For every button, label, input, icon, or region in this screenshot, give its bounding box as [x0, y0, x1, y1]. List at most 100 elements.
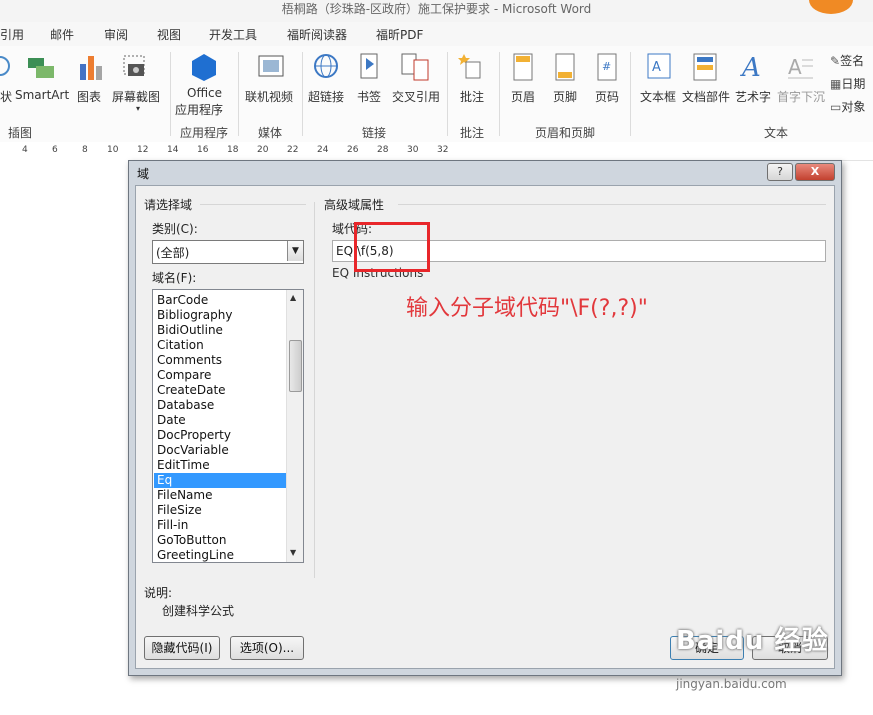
- drop-cap-button[interactable]: 首字下沉: [777, 88, 825, 105]
- bookmark-button[interactable]: 书签: [357, 88, 381, 105]
- screenshot-button[interactable]: 屏幕截图: [112, 88, 160, 105]
- horizontal-ruler[interactable]: 4 6 8 10 12 14 16 18 20 22 24 26 28 30 3…: [0, 142, 873, 161]
- list-item[interactable]: CreateDate: [154, 383, 287, 398]
- tab-developer[interactable]: 开发工具: [209, 26, 257, 43]
- category-label: 类别(C):: [152, 222, 198, 236]
- list-item[interactable]: FileSize: [154, 503, 287, 518]
- field-dialog: 域 ? X 请选择域 类别(C): (全部) ▼ 域名(F): BarCode …: [128, 160, 842, 676]
- list-item[interactable]: DocVariable: [154, 443, 287, 458]
- document-page[interactable]: [0, 160, 128, 715]
- help-button[interactable]: ?: [767, 163, 793, 181]
- list-item[interactable]: GreetingLine: [154, 548, 287, 562]
- signature-line-button[interactable]: ✎签名: [830, 52, 864, 69]
- online-video-button[interactable]: 联机视频: [245, 88, 293, 105]
- field-names-list[interactable]: BarCode Bibliography BidiOutline Citatio…: [152, 289, 304, 563]
- scroll-thumb[interactable]: [289, 340, 302, 392]
- wordart-button[interactable]: 艺术字: [735, 88, 771, 105]
- vertical-divider: [314, 202, 315, 578]
- scroll-up-icon[interactable]: ▲: [290, 293, 296, 302]
- cross-reference-button[interactable]: 交叉引用: [392, 88, 440, 105]
- description-label: 说明:: [144, 586, 173, 600]
- close-button[interactable]: X: [795, 163, 835, 181]
- group-links-label: 链接: [362, 126, 387, 140]
- tab-view[interactable]: 视图: [157, 26, 181, 43]
- textbox-icon: A: [647, 53, 671, 79]
- screenshot-icon: [123, 55, 145, 76]
- office-apps-button[interactable]: Office: [187, 86, 222, 100]
- date-time-label: 日期: [841, 77, 866, 91]
- dialog-body: 请选择域 类别(C): (全部) ▼ 域名(F): BarCode Biblio…: [135, 185, 835, 669]
- scroll-down-icon[interactable]: ▼: [290, 548, 296, 557]
- list-item[interactable]: Compare: [154, 368, 287, 383]
- object-button[interactable]: ▭对象: [830, 98, 865, 115]
- tab-mailings[interactable]: 邮件: [50, 26, 74, 43]
- group-separator: [302, 52, 303, 136]
- options-button[interactable]: 选项(O)...: [230, 636, 304, 660]
- cross-reference-icon: [401, 53, 429, 81]
- group-illustrations-label: 插图: [8, 126, 33, 140]
- footer-icon: [555, 53, 575, 81]
- tab-foxit-reader[interactable]: 福昕阅读器: [287, 26, 347, 43]
- svg-text:#: #: [602, 60, 611, 73]
- chart-button[interactable]: 图表: [77, 88, 101, 105]
- tab-foxit-pdf[interactable]: 福昕PDF: [376, 26, 423, 43]
- date-time-button[interactable]: ▦日期: [830, 75, 865, 92]
- chevron-down-icon: ▾: [136, 104, 141, 113]
- svg-text:A: A: [652, 60, 661, 75]
- advanced-properties-title: 高级域属性: [324, 198, 385, 212]
- video-icon: [258, 55, 284, 77]
- dialog-title: 域: [137, 167, 150, 181]
- list-item[interactable]: FileName: [154, 488, 287, 503]
- list-item[interactable]: EditTime: [154, 458, 287, 473]
- section-divider: [200, 204, 306, 205]
- calendar-icon: ▦: [830, 77, 842, 91]
- list-scrollbar[interactable]: ▲ ▼: [286, 290, 303, 562]
- svg-text:A: A: [788, 55, 802, 79]
- baidu-watermark: Baidu 经验: [676, 626, 829, 656]
- hyperlink-icon: [314, 54, 338, 78]
- choose-field-section-title: 请选择域: [144, 198, 193, 212]
- list-item[interactable]: BarCode: [154, 293, 287, 308]
- tab-review[interactable]: 审阅: [104, 26, 128, 43]
- chevron-down-icon[interactable]: ▼: [287, 241, 303, 261]
- list-item[interactable]: Date: [154, 413, 287, 428]
- page-number-button[interactable]: 页码: [595, 88, 619, 105]
- ruler-tick: 30: [407, 145, 419, 155]
- list-item[interactable]: Citation: [154, 338, 287, 353]
- list-item[interactable]: Bibliography: [154, 308, 287, 323]
- ruler-tick: 12: [137, 145, 149, 155]
- category-value: (全部): [156, 246, 190, 260]
- quick-parts-button[interactable]: 文档部件: [682, 88, 730, 105]
- list-item[interactable]: BidiOutline: [154, 323, 287, 338]
- category-select[interactable]: (全部) ▼: [152, 240, 304, 264]
- signature-icon: ✎: [830, 54, 841, 68]
- textbox-button[interactable]: 文本框: [640, 88, 676, 105]
- field-names-label: 域名(F):: [152, 271, 197, 285]
- ruler-tick: 20: [257, 145, 269, 155]
- comment-icon: [458, 54, 481, 79]
- office-apps-button-line2: 应用程序: [175, 103, 224, 117]
- list-item[interactable]: Database: [154, 398, 287, 413]
- annotation-text: 输入分子域代码"\F(?,?)": [406, 296, 648, 321]
- tab-references[interactable]: 引用: [0, 26, 24, 43]
- header-icon: [513, 53, 533, 81]
- comment-button[interactable]: 批注: [460, 88, 484, 105]
- list-item[interactable]: Fill-in: [154, 518, 287, 533]
- list-item[interactable]: Comments: [154, 353, 287, 368]
- header-button[interactable]: 页眉: [511, 88, 535, 105]
- list-item[interactable]: DocProperty: [154, 428, 287, 443]
- group-header-footer-label: 页眉和页脚: [535, 126, 596, 140]
- hide-codes-button[interactable]: 隐藏代码(I): [144, 636, 220, 660]
- ribbon: 状 SmartArt 图表 屏幕截图 ▾ 插图 Office 应用程序 应用程序…: [0, 46, 873, 143]
- hyperlink-button[interactable]: 超链接: [308, 88, 344, 105]
- ruler-tick: 28: [377, 145, 389, 155]
- group-separator: [170, 52, 171, 136]
- office-apps-icon: [192, 54, 216, 81]
- list-item[interactable]: GoToButton: [154, 533, 287, 548]
- drop-cap-icon: A: [788, 55, 813, 79]
- list-item-selected[interactable]: Eq: [154, 473, 287, 488]
- ruler-tick: 22: [287, 145, 299, 155]
- footer-button[interactable]: 页脚: [553, 88, 577, 105]
- smartart-button[interactable]: SmartArt: [15, 88, 69, 102]
- shapes-button[interactable]: 状: [0, 88, 12, 105]
